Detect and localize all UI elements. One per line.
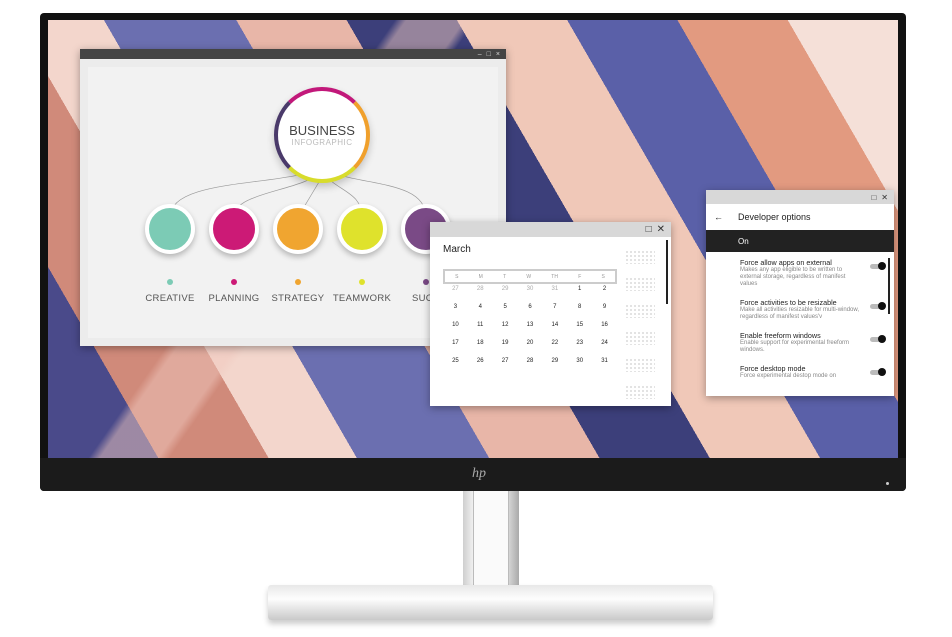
power-led [886, 482, 889, 485]
options-list: Force allow apps on external Makes any ap… [706, 252, 894, 384]
calendar-month: March [443, 244, 471, 255]
developer-option: Force allow apps on external Makes any ap… [706, 252, 894, 292]
developer-option: Force activities to be resizable Make all… [706, 292, 894, 325]
calendar-day[interactable]: 13 [518, 322, 543, 328]
calendar-day[interactable]: 15 [567, 322, 592, 328]
weekday-label: T [503, 273, 507, 280]
node-dot [167, 279, 173, 285]
node-strategy [273, 204, 323, 254]
restore-button[interactable]: □ [871, 193, 876, 202]
calendar-day[interactable]: 2 [592, 286, 617, 292]
node-dot [231, 279, 237, 285]
decorative-dots [625, 385, 655, 399]
calendar-day[interactable]: 22 [542, 340, 567, 346]
calendar-grid: 27 28 29 30 31 1 2 3 4 5 6 7 8 9 10 11 12 13 14 15 16 17 18 19 2… [443, 286, 617, 364]
calendar-day[interactable]: 24 [592, 340, 617, 346]
calendar-day[interactable]: 25 [443, 358, 468, 364]
hub-subtitle: INFOGRAPHIC [291, 138, 353, 147]
calendar-window: □ ✕ March S M T W TH F S 27 28 29 30 31 1 2 3 4 5 6 7 8 9 10… [430, 222, 671, 406]
weekday-label: S [601, 273, 605, 280]
maximize-button[interactable]: □ [487, 51, 491, 58]
calendar-day[interactable]: 16 [592, 322, 617, 328]
developer-title: Developer options [738, 212, 811, 222]
calendar-day[interactable]: 28 [518, 358, 543, 364]
minimize-button[interactable]: – [478, 51, 482, 58]
option-description: Enable support for experimental freeform… [740, 340, 850, 353]
business-hub: BUSINESS INFOGRAPHIC [274, 87, 370, 183]
scrollbar[interactable] [888, 258, 890, 314]
hp-logo: hp [472, 466, 486, 481]
weekday-header: S M T W TH F S [443, 269, 617, 284]
weekday-label: TH [551, 273, 558, 280]
node-dot [359, 279, 365, 285]
calendar-day[interactable]: 17 [443, 340, 468, 346]
scrollbar[interactable] [666, 240, 668, 304]
option-description: Force experimental destop mode on [740, 373, 837, 379]
decorative-dots [625, 331, 655, 345]
hub-title: BUSINESS [289, 123, 355, 138]
calendar-day[interactable]: 7 [542, 304, 567, 310]
developer-option: Force desktop mode Force experimental des… [706, 358, 894, 384]
decorative-dots [625, 358, 655, 372]
calendar-day[interactable]: 31 [542, 286, 567, 292]
calendar-day[interactable]: 18 [468, 340, 493, 346]
calendar-day[interactable]: 29 [493, 286, 518, 292]
calendar-day[interactable]: 1 [567, 286, 592, 292]
calendar-day[interactable]: 11 [468, 322, 493, 328]
close-button[interactable]: ✕ [881, 193, 888, 202]
calendar-day[interactable]: 19 [493, 340, 518, 346]
option-title: Enable freeform windows [740, 331, 821, 340]
calendar-day[interactable]: 5 [493, 304, 518, 310]
node-dot [295, 279, 301, 285]
calendar-day[interactable]: 30 [567, 358, 592, 364]
node-planning [209, 204, 259, 254]
option-toggle[interactable] [870, 262, 886, 270]
calendar-day[interactable]: 28 [468, 286, 493, 292]
option-description: Make all activities resizable for multi-… [740, 307, 860, 320]
close-button[interactable]: × [496, 51, 500, 58]
calendar-day[interactable]: 8 [567, 304, 592, 310]
weekday-label: W [526, 273, 532, 280]
calendar-day[interactable]: 26 [468, 358, 493, 364]
decorative-dots [625, 250, 655, 264]
master-toggle-bar[interactable]: On [706, 230, 894, 252]
calendar-day[interactable]: 10 [443, 322, 468, 328]
developer-option: Enable freeform windows Enable support fo… [706, 325, 894, 358]
weekday-label: F [578, 273, 582, 280]
calendar-day[interactable]: 14 [542, 322, 567, 328]
decorative-dots [625, 304, 655, 318]
calendar-day[interactable]: 4 [468, 304, 493, 310]
option-title: Force allow apps on external [740, 258, 832, 267]
infographic-titlebar: – □ × [80, 49, 506, 59]
calendar-day[interactable]: 3 [443, 304, 468, 310]
calendar-day[interactable]: 6 [518, 304, 543, 310]
calendar-day[interactable]: 30 [518, 286, 543, 292]
node-creative [145, 204, 195, 254]
calendar-day[interactable]: 23 [567, 340, 592, 346]
option-title: Force desktop mode [740, 364, 806, 373]
restore-button[interactable]: □ [646, 224, 652, 235]
option-toggle[interactable] [870, 335, 886, 343]
calendar-day[interactable]: 20 [518, 340, 543, 346]
calendar-day[interactable]: 31 [592, 358, 617, 364]
stand-base [268, 585, 713, 620]
option-title: Force activities to be resizable [740, 298, 837, 307]
calendar-day[interactable]: 9 [592, 304, 617, 310]
weekday-label: S [455, 273, 459, 280]
decorative-dots [625, 277, 655, 291]
calendar-day[interactable]: 12 [493, 322, 518, 328]
option-toggle[interactable] [870, 302, 886, 310]
calendar-day[interactable]: 29 [542, 358, 567, 364]
node-dot [423, 279, 429, 285]
weekday-label: M [478, 273, 483, 280]
calendar-day[interactable]: 27 [493, 358, 518, 364]
developer-options-window: □ ✕ ← Developer options On Force allow a… [706, 190, 894, 396]
back-arrow-icon[interactable]: ← [706, 212, 738, 222]
node-teamwork [337, 204, 387, 254]
calendar-day[interactable]: 27 [443, 286, 468, 292]
close-button[interactable]: ✕ [657, 224, 665, 235]
option-description: Makes any app eligible to be written to … [740, 267, 846, 287]
option-toggle[interactable] [870, 368, 886, 376]
stand-neck [463, 491, 519, 587]
